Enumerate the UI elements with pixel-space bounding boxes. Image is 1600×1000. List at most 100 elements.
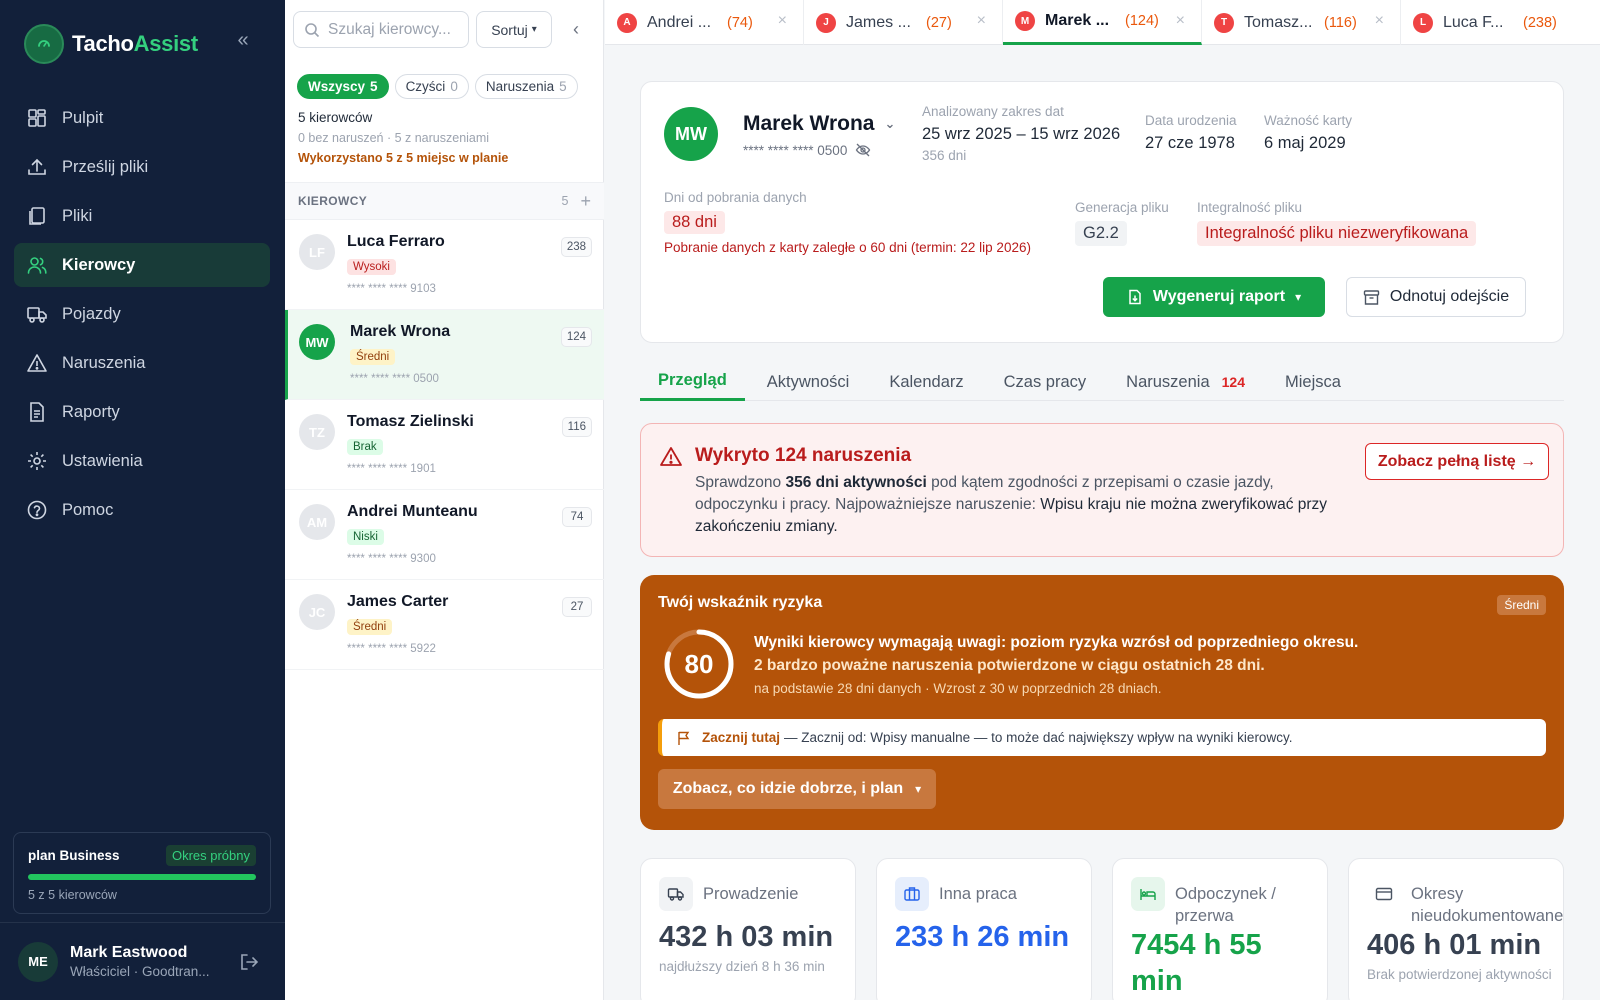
field-value: 6 maj 2029 [1264, 134, 1346, 152]
page-title: Marek Wrona [743, 112, 875, 135]
risk-badge: Wysoki [347, 259, 396, 275]
risk-headline: Wyniki kierowcy wymagają uwagi: poziom r… [754, 634, 1359, 651]
warning-icon [27, 354, 47, 372]
avatar: MW [299, 324, 335, 360]
filter-clean[interactable]: Czyści 0 [394, 74, 469, 99]
risk-badge: Średni [347, 619, 393, 635]
tab-activities[interactable]: Aktywności [749, 363, 868, 401]
profile-card: MW Marek Wrona ⌄ **** **** **** 0500 Ana… [640, 81, 1564, 343]
plan-card[interactable]: plan Business Okres próbny 5 z 5 kierowc… [13, 832, 271, 914]
sidebar-item-files[interactable]: Pliki [14, 194, 270, 238]
stat-other-work: Inna praca 233 h 26 min [876, 858, 1092, 1000]
filter-chips: Wszyscy 5 Czyści 0 Naruszenia 5 [297, 74, 578, 99]
driver-name: Marek Wrona [350, 323, 451, 340]
sidebar-item-label: Ustawienia [62, 451, 143, 470]
archive-icon [1363, 289, 1380, 305]
risk-note: na podstawie 28 dni danych · Wzrost z 30… [754, 681, 1162, 696]
tab-driver[interactable]: L Luca F... (238) [1401, 0, 1600, 45]
driver-name: Tomasz Zielinski [347, 413, 474, 430]
detail-tabs: Przegląd Aktywności Kalendarz Czas pracy… [640, 363, 1564, 401]
user-role: Właściciel · Goodtran... [70, 964, 210, 979]
eye-off-icon[interactable] [855, 142, 871, 158]
list-item[interactable]: AM Andrei Munteanu Niski **** **** **** … [285, 490, 604, 580]
file-download-icon [1129, 289, 1141, 305]
stat-value: 7454 h 55 min [1131, 929, 1262, 997]
search-icon [305, 22, 320, 37]
list-item[interactable]: JC James Carter Średni **** **** **** 59… [285, 580, 604, 670]
close-icon[interactable]: × [977, 12, 986, 30]
close-icon[interactable]: × [1375, 12, 1384, 30]
note-departure-button[interactable]: Odnotuj odejście [1346, 277, 1526, 317]
violation-count: 74 [562, 507, 592, 527]
generation-badge: G2.2 [1075, 221, 1127, 246]
list-item[interactable]: MW Marek Wrona Średni **** **** **** 050… [285, 310, 604, 400]
search-box[interactable] [293, 11, 469, 48]
brand[interactable]: TachoAssist [24, 24, 198, 64]
sidebar-item-settings[interactable]: Ustawienia [14, 439, 270, 483]
tab-label: Tomasz... [1244, 13, 1313, 31]
stat-value: 406 h 01 min [1367, 929, 1542, 961]
truck-icon [659, 877, 693, 911]
tab-label: Luca F... [1443, 13, 1504, 31]
list-item[interactable]: LF Luca Ferraro Wysoki **** **** **** 91… [285, 220, 604, 310]
list-item[interactable]: TZ Tomasz Zielinski Brak **** **** **** … [285, 400, 604, 490]
bed-icon [1131, 877, 1165, 911]
close-icon[interactable]: × [1176, 12, 1185, 30]
close-icon[interactable]: × [778, 12, 787, 30]
sidebar-item-reports[interactable]: Raporty [14, 390, 270, 434]
sidebar-item-label: Naruszenia [62, 353, 146, 372]
see-plan-label: Zobacz, co idzie dobrze, i plan [672, 780, 904, 797]
tab-violations[interactable]: Naruszenia 124 [1108, 363, 1263, 401]
alert-title: Wykryto 124 naruszenia [695, 445, 912, 466]
avatar: LF [299, 234, 335, 270]
see-plan-button[interactable]: Zobacz, co idzie dobrze, i plan ▾ [658, 769, 936, 809]
avatar: TZ [299, 414, 335, 450]
collapse-sidebar-icon[interactable]: « [232, 30, 254, 52]
tab-count: (116) [1324, 14, 1357, 31]
violation-count: 238 [560, 237, 592, 257]
field-label: Integralność pliku [1197, 200, 1303, 215]
sidebar-item-label: Kierowcy [62, 255, 136, 274]
tab-working-time[interactable]: Czas pracy [986, 363, 1105, 401]
tab-overview[interactable]: Przegląd [640, 363, 745, 401]
sidebar-item-vehicles[interactable]: Pojazdy [14, 292, 270, 336]
trial-badge: Okres próbny [165, 845, 256, 866]
view-full-list-button[interactable]: Zobacz pełną listę → [1365, 443, 1549, 480]
alert-body: Sprawdzono 356 dni aktywności pod kątem … [695, 474, 1328, 535]
driver-selector[interactable]: Marek Wrona ⌄ [743, 112, 895, 136]
tab-driver-active[interactable]: M Marek ... (124) × [1003, 0, 1202, 45]
user-profile[interactable]: ME Mark Eastwood Właściciel · Goodtran..… [0, 922, 285, 1000]
note-departure-label: Odnotuj odejście [1389, 288, 1510, 305]
search-input[interactable] [328, 20, 458, 39]
sidebar-item-label: Raporty [62, 402, 120, 421]
generate-report-button[interactable]: Wygeneruj raport ▾ [1103, 277, 1325, 317]
logout-icon[interactable] [238, 951, 260, 973]
tab-driver[interactable]: J James ... (27) × [804, 0, 1003, 45]
sidebar-item-violations[interactable]: Naruszenia [14, 341, 270, 385]
card-icon [1367, 877, 1401, 911]
driver-count: 5 kierowców [298, 110, 373, 125]
sidebar-item-upload[interactable]: Prześlij pliki [14, 145, 270, 189]
files-icon [29, 207, 45, 225]
plan-name: plan Business [28, 848, 120, 863]
list-header-count: 5 [561, 194, 569, 208]
plan-usage-text: 5 z 5 kierowców [28, 888, 117, 902]
avatar: ME [18, 941, 58, 982]
tab-calendar[interactable]: Kalendarz [871, 363, 981, 401]
sidebar-item-pulpit[interactable]: Pulpit [14, 96, 270, 140]
collapse-list-icon[interactable]: ‹ [565, 18, 587, 40]
add-driver-icon[interactable]: + [580, 191, 591, 212]
filter-violations[interactable]: Naruszenia 5 [474, 74, 578, 99]
tab-places[interactable]: Miejsca [1267, 363, 1359, 401]
risk-level-badge: Średni [1497, 595, 1546, 615]
stat-undocumented: Okresy nieudokumentowane 406 h 01 min Br… [1348, 858, 1564, 1000]
sidebar-item-help[interactable]: Pomoc [14, 488, 270, 532]
tab-driver[interactable]: A Andrei ... (74) × [605, 0, 804, 45]
violation-summary: 0 bez naruszeń · 5 z naruszeniami [298, 131, 490, 145]
filter-all[interactable]: Wszyscy 5 [297, 74, 389, 99]
sort-button[interactable]: Sortuj ▾ [476, 11, 552, 48]
sidebar-item-drivers[interactable]: Kierowcy [14, 243, 270, 287]
download-days-field: Dni od pobrania danych 88 dni Pobranie d… [664, 190, 1031, 255]
brand-name: TachoAssist [72, 31, 198, 56]
tab-driver[interactable]: T Tomasz... (116) × [1202, 0, 1401, 45]
